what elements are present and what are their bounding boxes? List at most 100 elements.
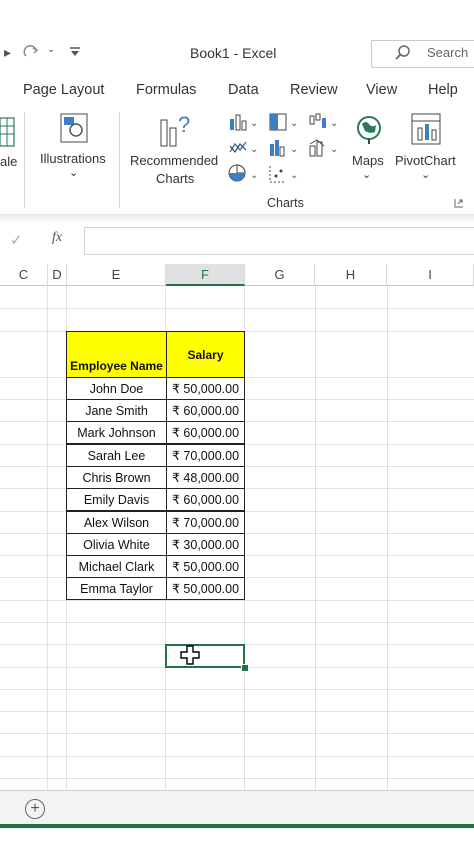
svg-text:⌄: ⌄: [250, 144, 258, 155]
enter-check-icon[interactable]: ✓: [10, 231, 23, 249]
charts-group-label: Charts: [267, 196, 304, 210]
table-cell-name[interactable]: John Doe: [66, 377, 167, 400]
gridline: [0, 308, 474, 309]
tab-view[interactable]: View: [366, 82, 397, 98]
insert-function-button[interactable]: fx: [52, 230, 62, 246]
table-cell-salary[interactable]: ₹ 48,000.00: [166, 466, 245, 489]
gridline: [0, 689, 474, 690]
table-icon[interactable]: [0, 116, 16, 150]
gridline: [0, 756, 474, 757]
svg-text:⌄: ⌄: [250, 170, 258, 181]
customize-qat-icon[interactable]: [68, 46, 82, 58]
tab-review[interactable]: Review: [290, 82, 338, 98]
table-cell-salary[interactable]: ₹ 70,000.00: [166, 511, 245, 534]
pivotchart-dropdown-icon[interactable]: ⌄: [421, 168, 430, 181]
table-button-label: ale: [0, 154, 18, 169]
dialog-launcher-icon[interactable]: [454, 198, 464, 208]
statistic-chart-icon[interactable]: ⌄: [268, 138, 300, 158]
svg-text:⌄: ⌄: [290, 118, 298, 129]
column-header-g[interactable]: G: [245, 264, 315, 286]
redo-dropdown-icon[interactable]: ⌄: [47, 44, 55, 55]
gridline: [0, 733, 474, 734]
active-cell[interactable]: [165, 644, 245, 668]
ribbon-separator: [24, 112, 25, 208]
table-cell-name[interactable]: Sarah Lee: [66, 444, 167, 467]
column-header-d[interactable]: D: [48, 264, 67, 286]
recommended-charts-icon[interactable]: ?: [158, 112, 196, 148]
tab-page-layout[interactable]: Page Layout: [23, 82, 104, 98]
ribbon-separator: [119, 112, 120, 208]
gridline: [315, 286, 316, 790]
maps-dropdown-icon[interactable]: ⌄: [362, 168, 371, 181]
ribbon: ale Illustrations ⌄ ? Recommended Charts…: [0, 108, 474, 215]
pivotchart-label[interactable]: PivotChart: [395, 153, 456, 168]
table-cell-salary[interactable]: ₹ 60,000.00: [166, 421, 245, 444]
table-cell-salary[interactable]: ₹ 70,000.00: [166, 444, 245, 467]
gridline: [0, 600, 474, 601]
gridline: [387, 286, 388, 790]
table-cell-name[interactable]: Chris Brown: [66, 466, 167, 489]
maps-icon[interactable]: [355, 114, 383, 146]
search-box[interactable]: Search: [371, 40, 474, 68]
table-cell-name[interactable]: Jane Smith: [66, 399, 167, 422]
maps-label[interactable]: Maps: [352, 153, 384, 168]
window-title: Book1 - Excel: [190, 45, 277, 61]
column-header-e[interactable]: E: [67, 264, 166, 286]
illustrations-label: Illustrations: [40, 151, 106, 166]
tab-data[interactable]: Data: [228, 82, 259, 98]
table-cell-name[interactable]: Michael Clark: [66, 555, 167, 578]
cell-cursor-icon: [180, 645, 200, 665]
table-header-salary[interactable]: Salary: [166, 331, 245, 378]
table-cell-salary[interactable]: ₹ 50,000.00: [166, 555, 245, 578]
svg-text:?: ?: [178, 112, 190, 137]
recommended-charts-label-2[interactable]: Charts: [156, 171, 194, 186]
table-cell-salary[interactable]: ₹ 50,000.00: [166, 577, 245, 600]
search-placeholder: Search: [427, 45, 469, 60]
pie-chart-icon[interactable]: ⌄: [228, 164, 258, 184]
add-sheet-icon[interactable]: +: [25, 799, 45, 819]
table-cell-name[interactable]: Alex Wilson: [66, 511, 167, 534]
qat-dropdown-icon[interactable]: ▸: [4, 44, 11, 61]
table-cell-name[interactable]: Mark Johnson: [66, 421, 167, 444]
column-header-f[interactable]: F: [166, 264, 245, 286]
table-cell-name[interactable]: Olivia White: [66, 533, 167, 556]
pivotchart-icon[interactable]: [410, 112, 444, 148]
waterfall-chart-icon[interactable]: ⌄: [308, 112, 340, 132]
line-chart-icon[interactable]: ⌄: [228, 138, 258, 158]
gridline: [47, 286, 48, 790]
gridline: [0, 778, 474, 779]
illustrations-dropdown-icon[interactable]: ⌄: [69, 166, 78, 179]
column-chart-icon[interactable]: ⌄: [228, 112, 258, 132]
column-header-i[interactable]: I: [387, 264, 474, 286]
table-cell-salary[interactable]: ₹ 60,000.00: [166, 399, 245, 422]
search-icon: [395, 45, 410, 60]
table-cell-name[interactable]: Emma Taylor: [66, 577, 167, 600]
recommended-charts-label-1[interactable]: Recommended: [130, 153, 218, 168]
svg-text:⌄: ⌄: [290, 144, 298, 155]
formula-input[interactable]: [84, 227, 474, 255]
illustrations-button[interactable]: [58, 112, 90, 146]
table-cell-salary[interactable]: ₹ 60,000.00: [166, 488, 245, 511]
combo-chart-icon[interactable]: ⌄: [308, 138, 340, 158]
hierarchy-chart-icon[interactable]: ⌄: [268, 112, 300, 132]
gridline: [0, 622, 474, 623]
formula-bar: ✓ fx: [0, 224, 474, 256]
tab-formulas[interactable]: Formulas: [136, 82, 196, 98]
ribbon-shadow: [0, 214, 474, 224]
column-header-c[interactable]: C: [0, 264, 48, 286]
fill-handle[interactable]: [241, 664, 249, 672]
table-cell-name[interactable]: Emily Davis: [66, 488, 167, 511]
svg-text:⌄: ⌄: [250, 118, 258, 129]
tab-help[interactable]: Help: [428, 82, 458, 98]
table-cell-salary[interactable]: ₹ 50,000.00: [166, 377, 245, 400]
table-cell-salary[interactable]: ₹ 30,000.00: [166, 533, 245, 556]
svg-text:⌄: ⌄: [290, 170, 298, 181]
table-header-name[interactable]: Employee Name: [66, 331, 167, 378]
title-bar: ▸ ⌄ Book1 - Excel Search: [0, 0, 474, 72]
column-header-h[interactable]: H: [315, 264, 387, 286]
scatter-chart-icon[interactable]: ⌄: [268, 164, 300, 184]
illustrations-icon: [60, 113, 88, 143]
status-bar: [0, 824, 474, 828]
redo-icon[interactable]: [22, 44, 44, 60]
svg-text:⌄: ⌄: [330, 118, 338, 129]
